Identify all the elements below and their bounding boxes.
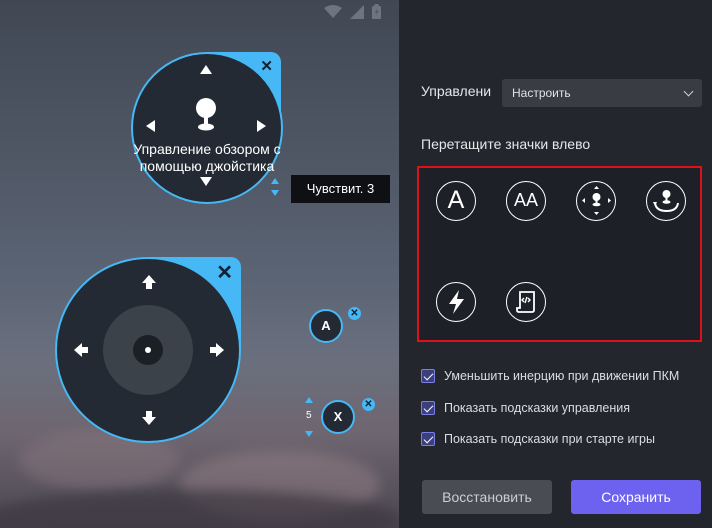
- arrow-down-icon: [200, 177, 212, 186]
- checkbox-show-control-hints[interactable]: Показать подсказки управления: [421, 401, 630, 415]
- key-x-button[interactable]: X: [321, 400, 355, 434]
- close-icon[interactable]: ✕: [348, 307, 361, 320]
- checkbox-reduce-inertia[interactable]: Уменьшить инерцию при движении ПКМ: [421, 369, 679, 383]
- arrow-right-icon: [210, 343, 224, 357]
- control-mode-label: Управлени: [421, 83, 492, 99]
- settings-panel: Управлени Настроить Перетащите значки вл…: [399, 0, 712, 528]
- look-joystick-arrows: [146, 65, 266, 186]
- icon-palette: A AA: [417, 166, 702, 342]
- control-mode-value: Настроить: [512, 86, 571, 100]
- move-joystick-control[interactable]: ✕: [55, 257, 241, 443]
- arrow-right-icon: [257, 120, 266, 132]
- key-x-count: 5: [306, 410, 312, 421]
- sensitivity-stepper[interactable]: [271, 178, 279, 196]
- arrow-left-icon: [146, 120, 155, 132]
- close-icon[interactable]: ✕: [362, 398, 375, 411]
- restore-button[interactable]: Восстановить: [422, 480, 552, 514]
- checkbox-checked[interactable]: [421, 369, 435, 383]
- script-icon[interactable]: [506, 282, 546, 322]
- key-a-icon[interactable]: A: [436, 181, 476, 221]
- drag-hint-text: Перетащите значки влево: [421, 136, 591, 152]
- checkbox-label: Показать подсказки управления: [444, 401, 630, 415]
- checkbox-label: Показать подсказки при старте игры: [444, 432, 655, 446]
- wifi-icon: [324, 4, 342, 24]
- control-mode-select[interactable]: Настроить: [502, 79, 702, 107]
- key-a-button[interactable]: A: [309, 309, 343, 343]
- game-canvas[interactable]: ✕ Управление обзором с помощью джойстика…: [0, 0, 399, 528]
- arrow-down-icon: [142, 411, 156, 425]
- arrow-up-icon: [142, 275, 156, 289]
- look-joystick-control[interactable]: ✕: [131, 52, 283, 204]
- joystick-icon[interactable]: [576, 181, 616, 221]
- sensitivity-tooltip: Чувствит. 3: [291, 175, 390, 203]
- signal-icon: [350, 4, 364, 24]
- checkbox-show-hints-on-start[interactable]: Показать подсказки при старте игры: [421, 432, 655, 446]
- checkbox-checked[interactable]: [421, 401, 435, 415]
- chevron-down-icon: [683, 86, 694, 97]
- joystick-icon: [196, 98, 216, 131]
- view-rotate-icon[interactable]: [646, 181, 686, 221]
- lightning-icon[interactable]: [436, 282, 476, 322]
- status-bar: [324, 4, 381, 24]
- battery-icon: [372, 4, 381, 24]
- move-joystick-arrows: [74, 275, 224, 425]
- arrow-left-icon: [74, 343, 88, 357]
- checkbox-label: Уменьшить инерцию при движении ПКМ: [444, 369, 680, 383]
- look-joystick-label: Управление обзором с помощью джойстика: [133, 141, 281, 174]
- save-button[interactable]: Сохранить: [571, 480, 701, 514]
- arrow-up-icon: [200, 65, 212, 74]
- checkbox-checked[interactable]: [421, 432, 435, 446]
- key-aa-icon[interactable]: AA: [506, 181, 546, 221]
